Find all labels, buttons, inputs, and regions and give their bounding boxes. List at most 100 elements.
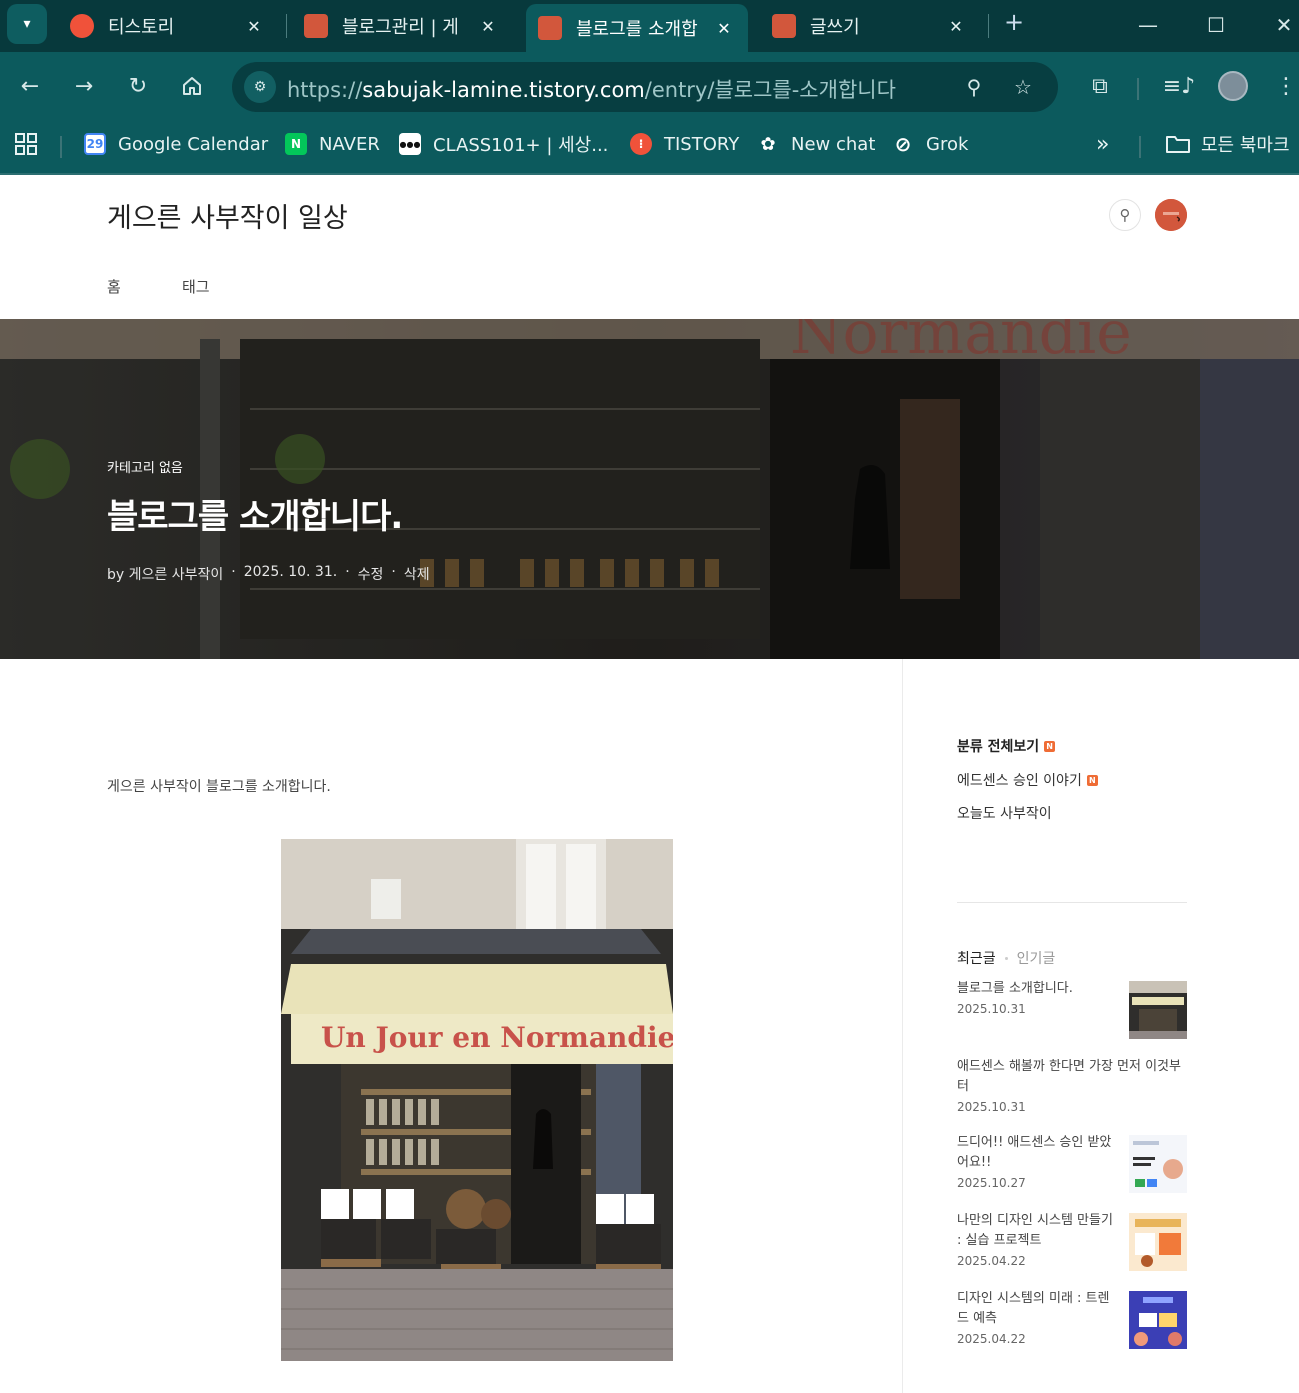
meta-separator: · bbox=[231, 564, 236, 580]
tab-blog-post-active[interactable]: 블로그를 소개합 ✕ bbox=[526, 4, 748, 52]
recent-post-title: 애드센스 해볼까 한다면 가장 먼저 이것부터 bbox=[957, 1059, 1181, 1094]
post-list-tabs: 최근글 인기글 bbox=[957, 948, 1055, 968]
apps-grid-icon bbox=[15, 133, 37, 155]
bookmark-google-calendar[interactable]: 29 Google Calendar bbox=[84, 130, 268, 158]
url-text[interactable]: https://sabujak-lamine.tistory.com/entry… bbox=[287, 74, 896, 104]
category-label: 에드센스 승인 이야기 bbox=[957, 773, 1082, 789]
bookmark-label: NAVER bbox=[319, 133, 380, 155]
meta-separator: · bbox=[345, 564, 350, 580]
category-daily[interactable]: 오늘도 사부작이 bbox=[957, 803, 1052, 823]
meta-separator: · bbox=[391, 564, 396, 580]
edit-link[interactable]: 수정 bbox=[358, 564, 384, 584]
tab-close-icon[interactable]: ✕ bbox=[476, 17, 500, 36]
post-title: 블로그를 소개합니다. bbox=[107, 497, 403, 537]
tab-recent-posts[interactable]: 최근글 bbox=[957, 948, 996, 968]
minimize-button[interactable]: — bbox=[1133, 10, 1163, 40]
chrome-divider bbox=[0, 173, 1299, 175]
browser-menu-button[interactable]: ⋮ bbox=[1268, 68, 1299, 104]
avatar-logo-icon bbox=[1155, 199, 1187, 231]
sidebar-divider bbox=[957, 902, 1187, 903]
url-scheme: https:// bbox=[287, 78, 363, 102]
recent-post-thumbnail bbox=[1129, 1213, 1187, 1271]
more-bookmarks-button[interactable]: » bbox=[1096, 130, 1109, 158]
maximize-icon: ☐ bbox=[1207, 13, 1225, 37]
home-icon bbox=[183, 77, 201, 95]
bookmark-class101[interactable]: ●●● CLASS101+ | 세상... bbox=[399, 130, 608, 158]
bookmarks-bar: 29 Google Calendar N NAVER ●●● CLASS101+… bbox=[0, 122, 1299, 174]
recent-post-title: 디자인 시스템의 미래 : 트렌드 예측 bbox=[957, 1291, 1110, 1326]
blog-search-button[interactable]: ⚲ bbox=[1109, 199, 1141, 231]
post-author: by 게으른 사부작이 bbox=[107, 567, 224, 583]
forward-button[interactable]: → bbox=[66, 68, 102, 104]
navigation-bar: ← → ↻ ⚙ https://sabujak-lamine.tistory.c… bbox=[0, 52, 1299, 122]
bookmark-grok[interactable]: ⊘ Grok bbox=[892, 130, 969, 158]
reload-button[interactable]: ↻ bbox=[120, 68, 156, 104]
new-tab-button[interactable]: + bbox=[1000, 8, 1028, 36]
post-category[interactable]: 카테고리 없음 bbox=[107, 457, 183, 476]
post-hero: Normandie 카테고리 없음 블로그를 소개합니다. by 게으른 사부작… bbox=[0, 319, 1299, 659]
extensions-button[interactable]: ⧉ bbox=[1082, 68, 1118, 104]
tab-close-icon[interactable]: ✕ bbox=[242, 17, 266, 36]
chevron-down-icon: ▾ bbox=[23, 16, 31, 32]
menu-tag[interactable]: 태그 bbox=[182, 276, 210, 297]
minimize-icon: — bbox=[1138, 13, 1158, 37]
profile-button[interactable] bbox=[1215, 68, 1251, 104]
zoom-search-button[interactable]: ⚲ bbox=[961, 74, 987, 100]
tab-title: 블로그관리 | 게 bbox=[342, 17, 459, 38]
tab-close-icon[interactable]: ✕ bbox=[712, 19, 736, 38]
bookmark-label: CLASS101+ | 세상... bbox=[433, 135, 609, 156]
bookmark-new-chat[interactable]: ✿ New chat bbox=[757, 130, 875, 158]
post-body-text: 게으른 사부작이 블로그를 소개합니다. bbox=[107, 779, 331, 795]
tab-close-icon[interactable]: ✕ bbox=[944, 17, 968, 36]
recent-post-item[interactable]: 블로그를 소개합니다. 2025.10.31 bbox=[957, 979, 1187, 1039]
post-meta: by 게으른 사부작이 · 2025. 10. 31. · 수정 · 삭제 bbox=[107, 564, 430, 584]
back-button[interactable]: ← bbox=[12, 68, 48, 104]
blog-favicon-icon bbox=[772, 14, 796, 38]
blog-title[interactable]: 게으른 사부작이 일상 bbox=[107, 196, 348, 235]
delete-link[interactable]: 삭제 bbox=[404, 564, 430, 584]
tab-tistory[interactable]: 티스토리 ✕ bbox=[60, 4, 276, 48]
category-adsense[interactable]: 에드센스 승인 이야기 N bbox=[957, 770, 1098, 790]
recent-post-item[interactable]: 디자인 시스템의 미래 : 트렌드 예측 2025.04.22 bbox=[957, 1289, 1187, 1349]
site-info-button[interactable]: ⚙ bbox=[244, 71, 276, 103]
plus-icon: + bbox=[1003, 8, 1025, 36]
tab-title: 글쓰기 bbox=[810, 17, 860, 38]
blog-favicon-icon bbox=[304, 14, 328, 38]
tab-blog-admin[interactable]: 블로그관리 | 게 ✕ bbox=[294, 4, 510, 48]
bookmark-label: Grok bbox=[926, 133, 969, 155]
menu-home[interactable]: 홈 bbox=[107, 276, 121, 297]
all-bookmarks-folder[interactable]: 모든 북마크 bbox=[1165, 130, 1290, 158]
blog-profile-avatar[interactable] bbox=[1155, 199, 1187, 231]
arrow-right-icon: → bbox=[74, 73, 94, 99]
arrow-left-icon: ← bbox=[20, 73, 40, 99]
google-calendar-icon: 29 bbox=[84, 133, 106, 155]
grok-icon: ⊘ bbox=[894, 132, 912, 156]
bookmark-label: 모든 북마크 bbox=[1201, 135, 1290, 156]
chevron-double-right-icon: » bbox=[1096, 131, 1110, 157]
recent-post-item[interactable]: 드디어!! 애드센스 승인 받았어요!! 2025.10.27 bbox=[957, 1133, 1187, 1193]
recent-post-thumbnail bbox=[1129, 1135, 1187, 1193]
home-button[interactable] bbox=[174, 68, 210, 104]
bookmark-tistory[interactable]: ⁝ TISTORY bbox=[630, 130, 739, 158]
maximize-button[interactable]: ☐ bbox=[1201, 10, 1231, 40]
media-control-button[interactable]: ≡♪ bbox=[1161, 68, 1197, 104]
bookmark-star-button[interactable]: ☆ bbox=[1010, 74, 1036, 100]
bookmark-naver[interactable]: N NAVER bbox=[285, 130, 380, 158]
url-host: sabujak-lamine.tistory.com bbox=[362, 78, 645, 102]
close-window-button[interactable]: ✕ bbox=[1269, 10, 1299, 40]
openai-icon: ✿ bbox=[760, 133, 776, 155]
star-icon: ☆ bbox=[1014, 75, 1032, 99]
post-image[interactable]: Un Jour en Normandie bbox=[281, 839, 673, 1361]
tab-search-button[interactable]: ▾ bbox=[7, 4, 47, 44]
tab-title: 블로그를 소개합 bbox=[576, 19, 698, 40]
more-vertical-icon: ⋮ bbox=[1275, 73, 1297, 99]
recent-post-item[interactable]: 애드센스 해볼까 한다면 가장 먼저 이것부터 2025.10.31 bbox=[957, 1057, 1187, 1117]
recent-post-thumbnail bbox=[1129, 1291, 1187, 1349]
apps-button[interactable] bbox=[14, 130, 38, 158]
tab-write[interactable]: 글쓰기 ✕ bbox=[762, 4, 978, 48]
tab-popular-posts[interactable]: 인기글 bbox=[1017, 948, 1056, 968]
address-bar[interactable]: ⚙ https://sabujak-lamine.tistory.com/ent… bbox=[232, 62, 1058, 112]
category-all[interactable]: 분류 전체보기 N bbox=[957, 736, 1056, 756]
recent-post-item[interactable]: 나만의 디자인 시스템 만들기 : 실습 프로젝트 2025.04.22 bbox=[957, 1211, 1187, 1271]
category-label: 분류 전체보기 bbox=[957, 739, 1040, 755]
